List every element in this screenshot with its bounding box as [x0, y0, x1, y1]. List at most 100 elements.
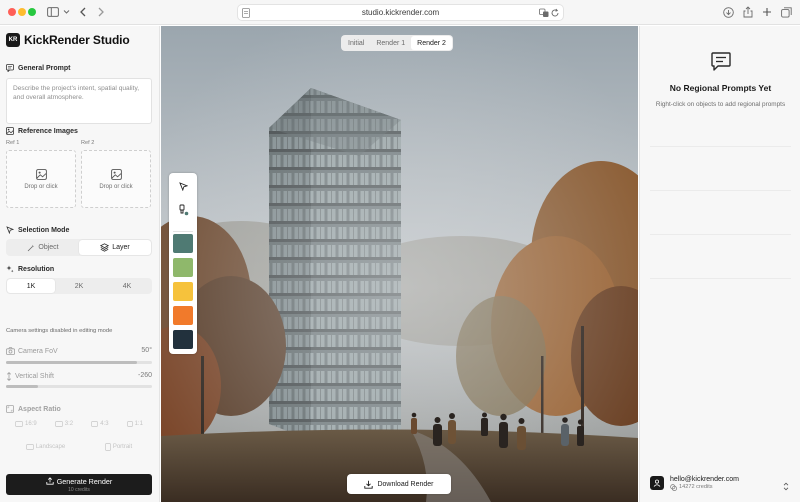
regional-prompts-panel: No Regional Prompts Yet Right-click on o… — [639, 26, 800, 502]
empty-state-subtitle: Right-click on objects to add regional p… — [655, 101, 786, 108]
message-icon — [6, 64, 14, 72]
drawing-toolbar — [169, 173, 197, 354]
color-swatch-green[interactable] — [173, 258, 193, 277]
resolution-4k[interactable]: 4K — [103, 279, 151, 293]
user-credits: 14272 credits — [670, 483, 739, 491]
brand-name: KickRender Studio — [24, 33, 130, 47]
aspect-ratio-3-2[interactable]: 3:2 — [54, 421, 73, 427]
generate-render-label: Generate Render — [56, 476, 113, 486]
resolution-2k[interactable]: 2K — [55, 279, 103, 293]
vertical-shift-label: Vertical Shift — [15, 373, 54, 380]
new-tab-icon[interactable] — [762, 4, 772, 20]
reference-images-heading: Reference Images — [6, 127, 78, 135]
general-prompt-heading: General Prompt — [6, 64, 71, 72]
aspect-ratio-options: 16:9 3:2 4:3 1:1 — [6, 421, 152, 427]
camera-fov-label: Camera FoV — [18, 347, 58, 355]
aspect-ratio-heading: Aspect Ratio — [6, 405, 61, 413]
avatar — [650, 476, 664, 490]
selection-mode-layer[interactable]: Layer — [79, 240, 151, 255]
downloads-icon[interactable] — [723, 4, 734, 20]
cursor-icon — [178, 181, 188, 191]
resolution-1k[interactable]: 1K — [7, 279, 55, 293]
brand: KR KickRender Studio — [6, 33, 130, 47]
tab-render-2[interactable]: Render 2 — [411, 36, 452, 50]
user-account-menu[interactable]: hello@kickrender.com 14272 credits — [650, 472, 791, 494]
divider — [650, 146, 791, 147]
user-email: hello@kickrender.com — [670, 475, 739, 483]
vertical-arrows-icon — [7, 372, 11, 381]
tab-overview-icon[interactable] — [781, 4, 792, 20]
render-canvas[interactable]: Initial Render 1 Render 2 Download Rende… — [161, 26, 638, 502]
resolution-toggle: 1K 2K 4K — [6, 278, 152, 294]
image-upload-icon — [35, 168, 47, 180]
camera-icon — [6, 347, 15, 355]
aspect-ratio-1-1[interactable]: 1:1 — [126, 421, 143, 427]
divider — [650, 190, 791, 191]
vertical-shift-slider[interactable] — [6, 385, 152, 388]
camera-fov-value: 50° — [141, 347, 152, 354]
generate-render-button[interactable]: Generate Render 10 credits — [6, 474, 152, 495]
address-bar[interactable]: studio.kickrender.com — [237, 4, 564, 21]
vertical-shift-value: -260 — [137, 372, 152, 379]
chat-icon — [710, 50, 732, 77]
cursor-icon — [6, 226, 14, 234]
sidebar-toggle-icon[interactable] — [47, 4, 59, 20]
page-icon — [242, 8, 250, 20]
divider — [650, 278, 791, 279]
selection-mode-heading: Selection Mode — [6, 226, 69, 234]
orientation-portrait[interactable]: Portrait — [104, 443, 132, 451]
window-zoom-button[interactable] — [28, 8, 36, 16]
ref-1-dropzone[interactable]: Drop or click — [6, 150, 76, 208]
coins-icon — [670, 483, 677, 491]
chevron-up-down-icon — [783, 478, 789, 496]
aspect-ratio-icon — [6, 405, 14, 413]
camera-fov-slider[interactable] — [6, 361, 152, 364]
translate-icon[interactable] — [539, 8, 549, 20]
render-version-tabs: Initial Render 1 Render 2 — [341, 35, 453, 51]
orientation-options: Landscape Portrait — [6, 443, 152, 451]
brand-logo: KR — [6, 33, 20, 47]
select-tool[interactable] — [176, 179, 190, 193]
selection-mode-object[interactable]: Object — [7, 240, 79, 255]
color-swatch-teal[interactable] — [173, 234, 193, 253]
image-icon — [6, 127, 14, 135]
render-image — [161, 26, 638, 502]
back-arrow-icon[interactable] — [79, 4, 87, 20]
download-icon — [364, 480, 374, 489]
browser-toolbar: studio.kickrender.com — [0, 0, 800, 25]
reload-icon[interactable] — [550, 8, 560, 20]
tab-initial[interactable]: Initial — [342, 36, 370, 50]
magic-wand-icon — [28, 244, 35, 251]
toolbar-divider — [173, 231, 193, 232]
ref-2-dropzone[interactable]: Drop or click — [81, 150, 151, 208]
general-prompt-placeholder: Describe the project's intent, spatial q… — [13, 85, 140, 101]
forward-arrow-icon[interactable] — [97, 4, 105, 20]
upload-icon — [46, 477, 54, 485]
aspect-ratio-4-3[interactable]: 4:3 — [91, 421, 109, 427]
user-icon — [653, 479, 661, 487]
resolution-heading: Resolution — [6, 265, 54, 273]
brush-icon — [179, 204, 189, 216]
chevron-down-icon[interactable] — [63, 4, 70, 20]
ref-2-label: Ref 2 — [81, 140, 95, 146]
tab-render-1[interactable]: Render 1 — [370, 36, 411, 50]
window-close-button[interactable] — [8, 8, 16, 16]
aspect-ratio-16-9[interactable]: 16:9 — [15, 421, 37, 427]
color-swatch-orange[interactable] — [173, 306, 193, 325]
color-swatch-yellow[interactable] — [173, 282, 193, 301]
brush-tool[interactable] — [176, 203, 190, 217]
ref-1-label: Ref 1 — [6, 140, 20, 146]
layers-icon — [100, 243, 110, 252]
vertical-shift-row: Vertical Shift -260 — [6, 372, 152, 381]
generate-render-cost: 10 credits — [68, 486, 90, 493]
download-render-button[interactable]: Download Render — [347, 474, 451, 494]
color-swatch-navy[interactable] — [173, 330, 193, 349]
download-render-label: Download Render — [377, 480, 434, 488]
divider — [650, 234, 791, 235]
share-icon[interactable] — [743, 4, 753, 20]
general-prompt-input[interactable]: Describe the project's intent, spatial q… — [6, 78, 152, 124]
window-minimize-button[interactable] — [18, 8, 26, 16]
orientation-landscape[interactable]: Landscape — [25, 443, 65, 451]
settings-sidebar: KR KickRender Studio General Prompt Desc… — [0, 26, 160, 502]
image-upload-icon — [110, 168, 122, 180]
